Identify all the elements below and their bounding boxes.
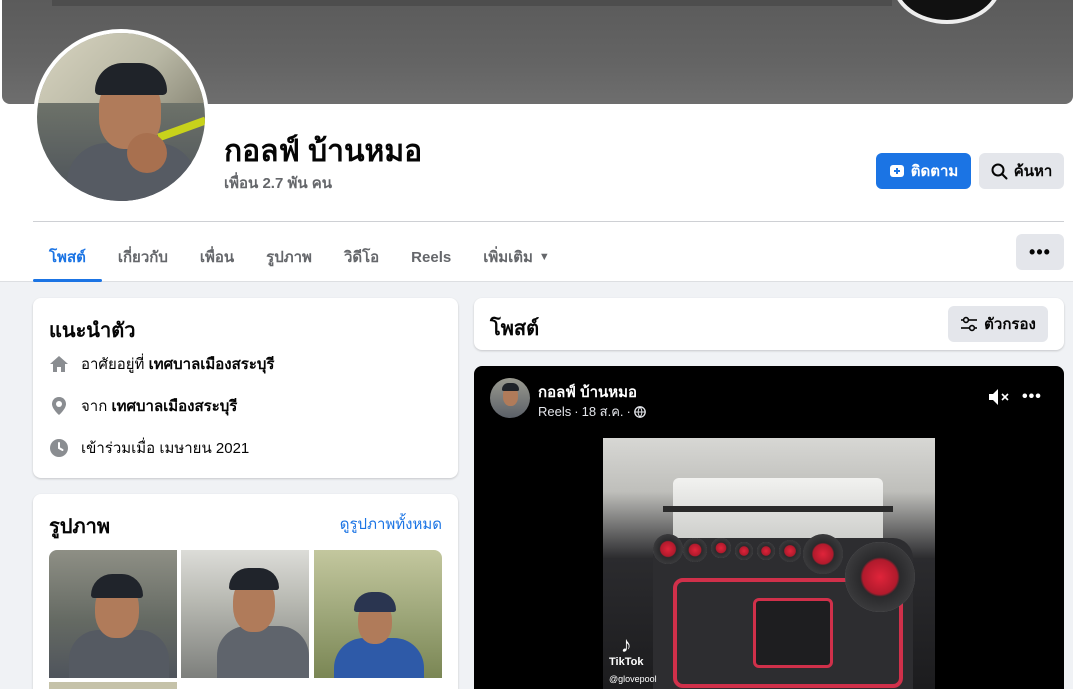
home-icon: [49, 354, 69, 374]
intro-lives-link[interactable]: เทศบาลเมืองสระบุรี: [149, 356, 275, 373]
clock-icon: [49, 438, 69, 458]
cover-detail: [52, 0, 892, 6]
photo-thumbnail[interactable]: [314, 550, 442, 678]
profile-name: กอลฟ์ บ้านหมอ: [224, 135, 423, 168]
tab-friends[interactable]: เพื่อน: [184, 232, 250, 282]
profile-avatar[interactable]: [33, 29, 209, 205]
tab-reels[interactable]: Reels: [395, 232, 467, 282]
tab-videos[interactable]: วิดีโอ: [328, 232, 395, 282]
photo-thumbnail[interactable]: [49, 550, 177, 678]
globe-icon: [634, 405, 646, 418]
reel-video[interactable]: ♪ TikTok @glovepool: [603, 438, 935, 689]
friends-count[interactable]: เพื่อน 2.7 พัน คน: [224, 171, 332, 195]
intro-card: แนะนำตัว อาศัยอยู่ที่ เทศบาลเมืองสระบุรี…: [33, 298, 458, 478]
profile-tabs: โพสต์ เกี่ยวกับ เพื่อน รูปภาพ วิดีโอ Ree…: [33, 232, 566, 282]
tab-posts[interactable]: โพสต์: [33, 232, 102, 282]
follow-label: ติดตาม: [910, 163, 959, 180]
follow-button[interactable]: ติดตาม: [876, 153, 971, 189]
reel-author-avatar[interactable]: [490, 378, 530, 418]
intro-title: แนะนำตัว: [49, 320, 136, 342]
intro-from-link[interactable]: เทศบาลเมืองสระบุรี: [111, 398, 237, 415]
photo-thumbnail[interactable]: [181, 550, 309, 678]
cover-detail: [892, 0, 1002, 24]
follow-icon: [889, 165, 904, 177]
tab-about[interactable]: เกี่ยวกับ: [102, 232, 184, 282]
intro-from-text: จาก เทศบาลเมืองสระบุรี: [81, 398, 238, 415]
photo-thumbnail[interactable]: [49, 682, 177, 689]
photos-card: รูปภาพ ดูรูปภาพทั้งหมด: [33, 494, 458, 689]
tab-more[interactable]: เพิ่มเติม ▼: [467, 232, 566, 282]
reel-meta: Reels · 18 ส.ค. ·: [538, 401, 646, 422]
reel-type[interactable]: Reels: [538, 404, 571, 419]
reel-date[interactable]: 18 ส.ค.: [582, 401, 624, 422]
more-options-button[interactable]: •••: [1016, 234, 1064, 270]
profile-header: กอลฟ์ บ้านหมอ เพื่อน 2.7 พัน คน ติดตาม ค…: [0, 0, 1073, 282]
search-label: ค้นหา: [1013, 163, 1053, 180]
intro-row-lives: อาศัยอยู่ที่ เทศบาลเมืองสระบุรี: [49, 352, 274, 376]
tiktok-icon: ♪: [620, 632, 632, 657]
tiktok-label: TikTok: [609, 656, 644, 668]
filter-icon: [961, 316, 978, 332]
filter-label: ตัวกรอง: [984, 316, 1036, 333]
search-icon: [991, 163, 1008, 179]
meta-separator: ·: [574, 404, 579, 419]
tab-photos[interactable]: รูปภาพ: [250, 232, 328, 282]
reel-post: กอลฟ์ บ้านหมอ Reels · 18 ส.ค. · ••• ♪ Ti…: [474, 366, 1064, 689]
reel-more-button[interactable]: •••: [1022, 388, 1042, 406]
mute-icon[interactable]: [988, 388, 1010, 411]
see-all-photos-link[interactable]: ดูรูปภาพทั้งหมด: [340, 512, 442, 536]
tiktok-username: @glovepool: [609, 674, 657, 684]
intro-row-from: จาก เทศบาลเมืองสระบุรี: [49, 394, 237, 418]
intro-joined-text: เข้าร่วมเมื่อ เมษายน 2021: [81, 440, 250, 457]
meta-separator: ·: [626, 404, 631, 419]
filter-button[interactable]: ตัวกรอง: [948, 306, 1048, 342]
intro-row-joined: เข้าร่วมเมื่อ เมษายน 2021: [49, 436, 249, 460]
intro-lives-text: อาศัยอยู่ที่ เทศบาลเมืองสระบุรี: [81, 356, 275, 373]
location-pin-icon: [49, 396, 69, 416]
search-button[interactable]: ค้นหา: [979, 153, 1064, 189]
caret-down-icon: ▼: [538, 251, 550, 263]
header-divider: [33, 221, 1064, 222]
posts-header-card: โพสต์ ตัวกรอง: [474, 298, 1064, 350]
tab-more-label: เพิ่มเติม: [483, 249, 533, 266]
posts-title: โพสต์: [490, 318, 540, 340]
photos-title: รูปภาพ: [49, 516, 111, 538]
avatar-image: [37, 33, 205, 201]
tiktok-watermark: ♪ TikTok: [609, 632, 644, 669]
